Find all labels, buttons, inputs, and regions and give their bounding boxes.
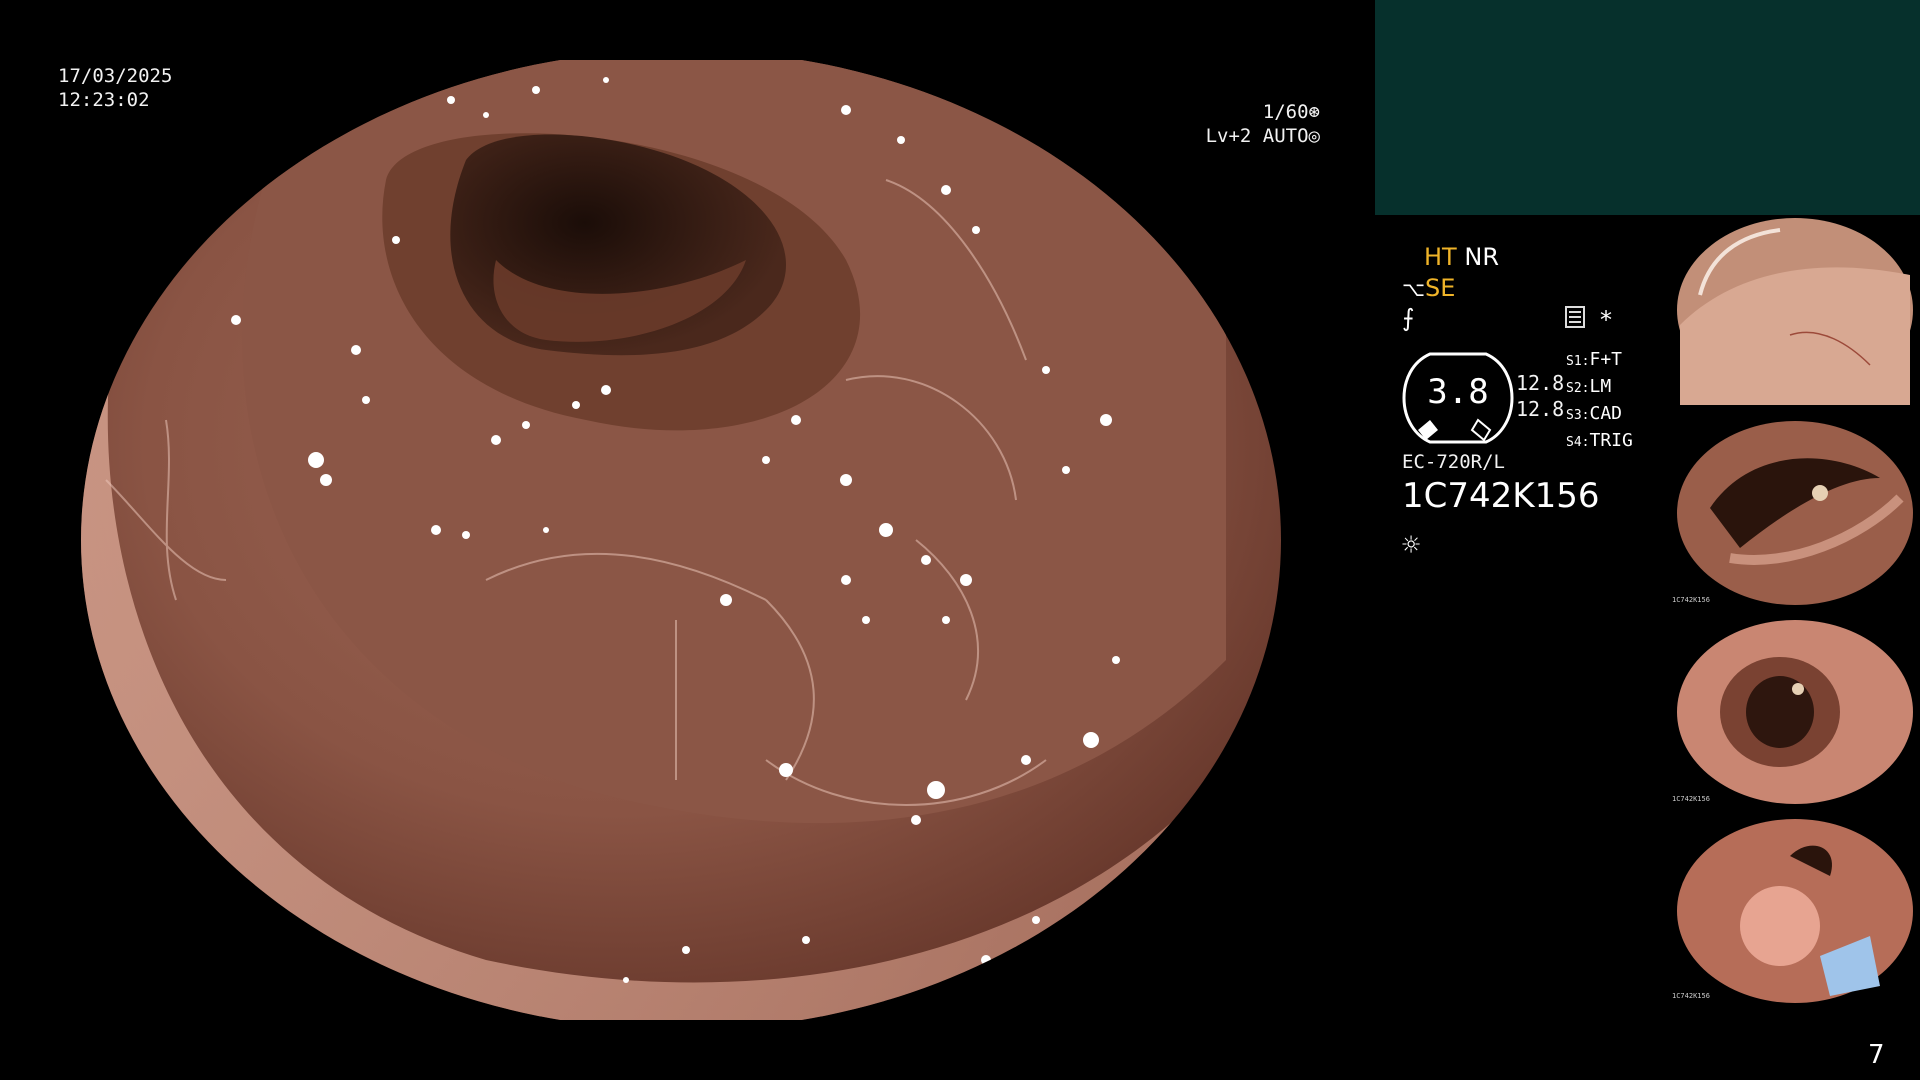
scope-switch-list: S1:F+T S2:LM S3:CAD S4:TRIG [1566, 347, 1633, 455]
mode-row-2: ⌥SE [1402, 273, 1455, 304]
light-icon: ☼ [1402, 528, 1421, 563]
endoscope-image [81, 60, 1281, 1020]
gauge-side-values: 12.8 12.8 [1516, 370, 1564, 422]
exposure-indicators: 1/60⊛ Lv+2 AUTO◎ [1170, 100, 1320, 148]
shutter-row: 1/60⊛ [1170, 100, 1320, 124]
enhance-icon: ⨍ [1402, 304, 1415, 332]
se-mode: SE [1425, 274, 1456, 302]
iris-row: Lv+2 AUTO◎ [1170, 124, 1320, 148]
iris-mode-text: AUTO [1262, 125, 1309, 147]
thumbnail-3-image [1670, 617, 1920, 807]
page-number: 7 [1868, 1040, 1885, 1070]
ht-mode: HT [1424, 243, 1457, 271]
mode-row-1: HT NR [1424, 242, 1499, 272]
thumbnail-1[interactable] [1670, 215, 1920, 405]
scope-switch-2: S2:LM [1566, 376, 1612, 397]
nr-mode: NR [1464, 243, 1499, 271]
device-serial: 1C742K156 [1402, 476, 1600, 516]
device-model: EC-720R/L [1402, 451, 1505, 473]
shutter-icon: ⊛ [1308, 101, 1320, 123]
thumbnail-1-image [1670, 215, 1920, 405]
shutter-text: 1/60 [1262, 101, 1309, 123]
thumbnail-4-image [1670, 816, 1920, 1006]
info-panel [1375, 0, 1920, 215]
thumbnail-3[interactable]: 1C742K156 [1670, 617, 1920, 807]
thumbnail-2[interactable]: 1C742K156 [1670, 418, 1920, 608]
thumbnail-3-serial: 1C742K156 [1672, 795, 1710, 803]
level-text: Lv+2 [1205, 125, 1252, 147]
side-value-bottom: 12.8 [1516, 397, 1565, 421]
gauge-value: 3.8 [1427, 372, 1489, 412]
scope-switch-1: S1:F+T [1566, 349, 1622, 370]
iris-icon: ◎ [1308, 125, 1320, 147]
asterisk-mark: * [1600, 306, 1612, 334]
side-value-top: 12.8 [1516, 371, 1565, 395]
endoscope-view [66, 60, 1296, 1020]
record-icon [1565, 306, 1585, 328]
se-icon: ⌥ [1402, 277, 1426, 301]
date-text: 17/03/2025 [58, 65, 173, 87]
thumbnail-4-serial: 1C742K156 [1672, 992, 1710, 1000]
gauge: 3.8 [1400, 350, 1516, 450]
thumbnail-4[interactable]: 1C742K156 [1670, 816, 1920, 1006]
scope-switch-4: S4:TRIG [1566, 430, 1633, 451]
scope-switch-3: S3:CAD [1566, 403, 1622, 424]
timestamp: 17/03/2025 12:23:02 [58, 64, 172, 112]
time-text: 12:23:02 [58, 89, 150, 111]
thumbnail-2-serial: 1C742K156 [1672, 596, 1710, 604]
thumbnail-2-image [1670, 418, 1920, 608]
